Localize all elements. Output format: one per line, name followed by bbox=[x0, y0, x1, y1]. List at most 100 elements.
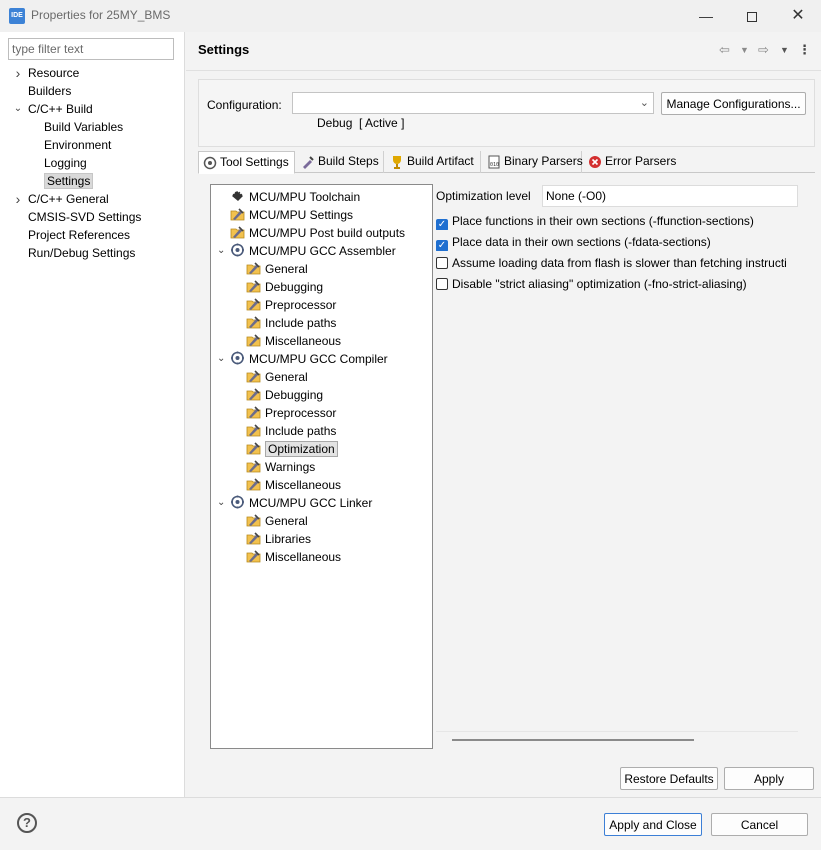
tool-icon bbox=[230, 243, 245, 257]
option-checkbox-row[interactable]: ✓ Place data in their own sections (-fdat… bbox=[436, 233, 798, 251]
chevron-right-icon[interactable]: › bbox=[13, 64, 23, 82]
tree-item[interactable]: MCU/MPU Post build outputs bbox=[230, 224, 405, 242]
chevron-down-icon[interactable]: ⌄ bbox=[217, 494, 227, 512]
chevron-down-icon[interactable]: ⌄ bbox=[13, 100, 23, 118]
tree-item[interactable]: Miscellaneous bbox=[246, 548, 341, 566]
tree-item[interactable]: MCU/MPU GCC Linker bbox=[230, 494, 372, 512]
checkbox-checked[interactable]: ✓ bbox=[436, 240, 448, 251]
optimization-options: Optimization level None (-O0) ✓ Place fun… bbox=[436, 184, 798, 741]
tool-settings-icon bbox=[203, 156, 217, 170]
checkbox-unchecked[interactable] bbox=[436, 257, 448, 269]
chevron-down-icon[interactable]: ⌄ bbox=[217, 350, 227, 368]
app-icon: IDE bbox=[9, 8, 25, 24]
settings-folder-icon bbox=[246, 405, 261, 419]
tool-icon bbox=[230, 495, 245, 509]
forward-dropdown-icon[interactable]: ▼ bbox=[780, 45, 789, 55]
minimize-icon[interactable]: — bbox=[683, 0, 729, 32]
help-icon[interactable]: ? bbox=[17, 813, 37, 833]
apply-and-close-button[interactable]: Apply and Close bbox=[604, 813, 702, 836]
tree-item[interactable]: General bbox=[246, 512, 308, 530]
sidebar-item-builders[interactable]: Builders bbox=[28, 82, 71, 100]
configuration-label: Configuration: bbox=[207, 98, 282, 112]
forward-arrow-icon[interactable]: ⇨ bbox=[758, 42, 769, 58]
tree-item[interactable]: Debugging bbox=[246, 386, 323, 404]
tree-item[interactable]: Warnings bbox=[246, 458, 315, 476]
optimization-level-select[interactable]: None (-O0) bbox=[542, 185, 798, 207]
sidebar-item-logging[interactable]: Logging bbox=[44, 154, 87, 172]
settings-folder-icon bbox=[246, 531, 261, 545]
settings-page: Settings ⇦ ▼ ⇨ ▼ ⋮ Configuration: Debug … bbox=[186, 32, 821, 797]
tree-item[interactable]: General bbox=[246, 260, 308, 278]
sidebar-item-c-c-general[interactable]: C/C++ General bbox=[28, 190, 109, 208]
tree-item[interactable]: Include paths bbox=[246, 422, 336, 440]
tree-item[interactable]: General bbox=[246, 368, 308, 386]
configuration-select[interactable]: Debug [ Active ] ⌄ bbox=[292, 92, 654, 130]
settings-folder-icon bbox=[246, 261, 261, 275]
tab-error-parsers[interactable]: Error Parsers bbox=[584, 151, 678, 173]
settings-folder-icon bbox=[246, 441, 261, 455]
checkbox-unchecked[interactable] bbox=[436, 278, 448, 290]
tree-item[interactable]: MCU/MPU Toolchain bbox=[230, 188, 360, 206]
build-steps-icon bbox=[301, 155, 315, 169]
settings-folder-icon bbox=[246, 423, 261, 437]
tree-item[interactable]: Libraries bbox=[246, 530, 311, 548]
error-parsers-icon bbox=[588, 155, 602, 169]
sidebar-item-c-c-build[interactable]: C/C++ Build bbox=[28, 100, 93, 118]
manage-configurations-button[interactable]: Manage Configurations... bbox=[661, 92, 806, 115]
tree-item[interactable]: Preprocessor bbox=[246, 404, 336, 422]
optimization-level-label: Optimization level bbox=[436, 189, 531, 203]
header-separator bbox=[186, 70, 821, 71]
tree-item[interactable]: MCU/MPU GCC Compiler bbox=[230, 350, 388, 368]
svg-text:010: 010 bbox=[490, 162, 499, 168]
tree-item[interactable]: Debugging bbox=[246, 278, 323, 296]
tab-tool-settings[interactable]: Tool Settings bbox=[198, 151, 295, 174]
tree-item[interactable]: MCU/MPU GCC Assembler bbox=[230, 242, 396, 260]
tree-item[interactable]: Optimization bbox=[246, 440, 338, 458]
sidebar-item-settings[interactable]: Settings bbox=[44, 172, 94, 190]
sidebar-item-build-variables[interactable]: Build Variables bbox=[44, 118, 123, 136]
back-dropdown-icon[interactable]: ▼ bbox=[740, 45, 749, 55]
configuration-value: Debug [ Active ] bbox=[317, 116, 405, 130]
tree-item[interactable]: Include paths bbox=[246, 314, 336, 332]
checkbox-checked[interactable]: ✓ bbox=[436, 219, 448, 230]
view-menu-icon[interactable]: ⋮ bbox=[798, 42, 811, 58]
settings-folder-icon bbox=[246, 369, 261, 383]
sidebar-item-resource[interactable]: Resource bbox=[28, 64, 79, 82]
close-icon[interactable]: ✕ bbox=[775, 0, 821, 32]
settings-folder-icon bbox=[246, 459, 261, 473]
chevron-down-icon[interactable]: ⌄ bbox=[217, 242, 227, 260]
divider bbox=[436, 731, 798, 732]
settings-folder-icon bbox=[230, 225, 245, 239]
maximize-icon[interactable] bbox=[729, 0, 775, 32]
cancel-button[interactable]: Cancel bbox=[711, 813, 808, 836]
filter-input[interactable] bbox=[8, 38, 174, 60]
tab-binary-parsers[interactable]: 010 Binary Parsers bbox=[483, 151, 583, 173]
page-title: Settings bbox=[198, 42, 250, 57]
binary-parsers-icon: 010 bbox=[487, 155, 501, 169]
option-checkbox-row[interactable]: Assume loading data from flash is slower… bbox=[436, 254, 798, 272]
settings-folder-icon bbox=[246, 279, 261, 293]
chevron-right-icon[interactable]: › bbox=[13, 190, 23, 208]
settings-folder-icon bbox=[246, 297, 261, 311]
settings-folder-icon bbox=[246, 477, 261, 491]
option-checkbox-row[interactable]: ✓ Place functions in their own sections (… bbox=[436, 212, 798, 230]
tool-icon bbox=[230, 351, 245, 365]
sidebar-item-run-debug-settings[interactable]: Run/Debug Settings bbox=[28, 244, 135, 262]
sidebar-item-cmsis-svd-settings[interactable]: CMSIS-SVD Settings bbox=[28, 208, 141, 226]
restore-defaults-button[interactable]: Restore Defaults bbox=[620, 767, 718, 790]
tree-item[interactable]: MCU/MPU Settings bbox=[230, 206, 353, 224]
settings-folder-icon bbox=[246, 513, 261, 527]
tree-item[interactable]: Preprocessor bbox=[246, 296, 336, 314]
build-artifact-icon bbox=[390, 155, 404, 169]
horizontal-scrollbar[interactable] bbox=[452, 739, 694, 741]
tab-build-artifact[interactable]: Build Artifact bbox=[386, 151, 481, 173]
option-checkbox-row[interactable]: Disable "strict aliasing" optimization (… bbox=[436, 275, 798, 293]
apply-button[interactable]: Apply bbox=[724, 767, 814, 790]
sidebar-item-environment[interactable]: Environment bbox=[44, 136, 111, 154]
sidebar-item-project-references[interactable]: Project References bbox=[28, 226, 130, 244]
tree-item[interactable]: Miscellaneous bbox=[246, 332, 341, 350]
back-arrow-icon[interactable]: ⇦ bbox=[719, 42, 730, 58]
tree-item[interactable]: Miscellaneous bbox=[246, 476, 341, 494]
settings-folder-icon bbox=[246, 333, 261, 347]
tab-build-steps[interactable]: Build Steps bbox=[297, 151, 384, 173]
